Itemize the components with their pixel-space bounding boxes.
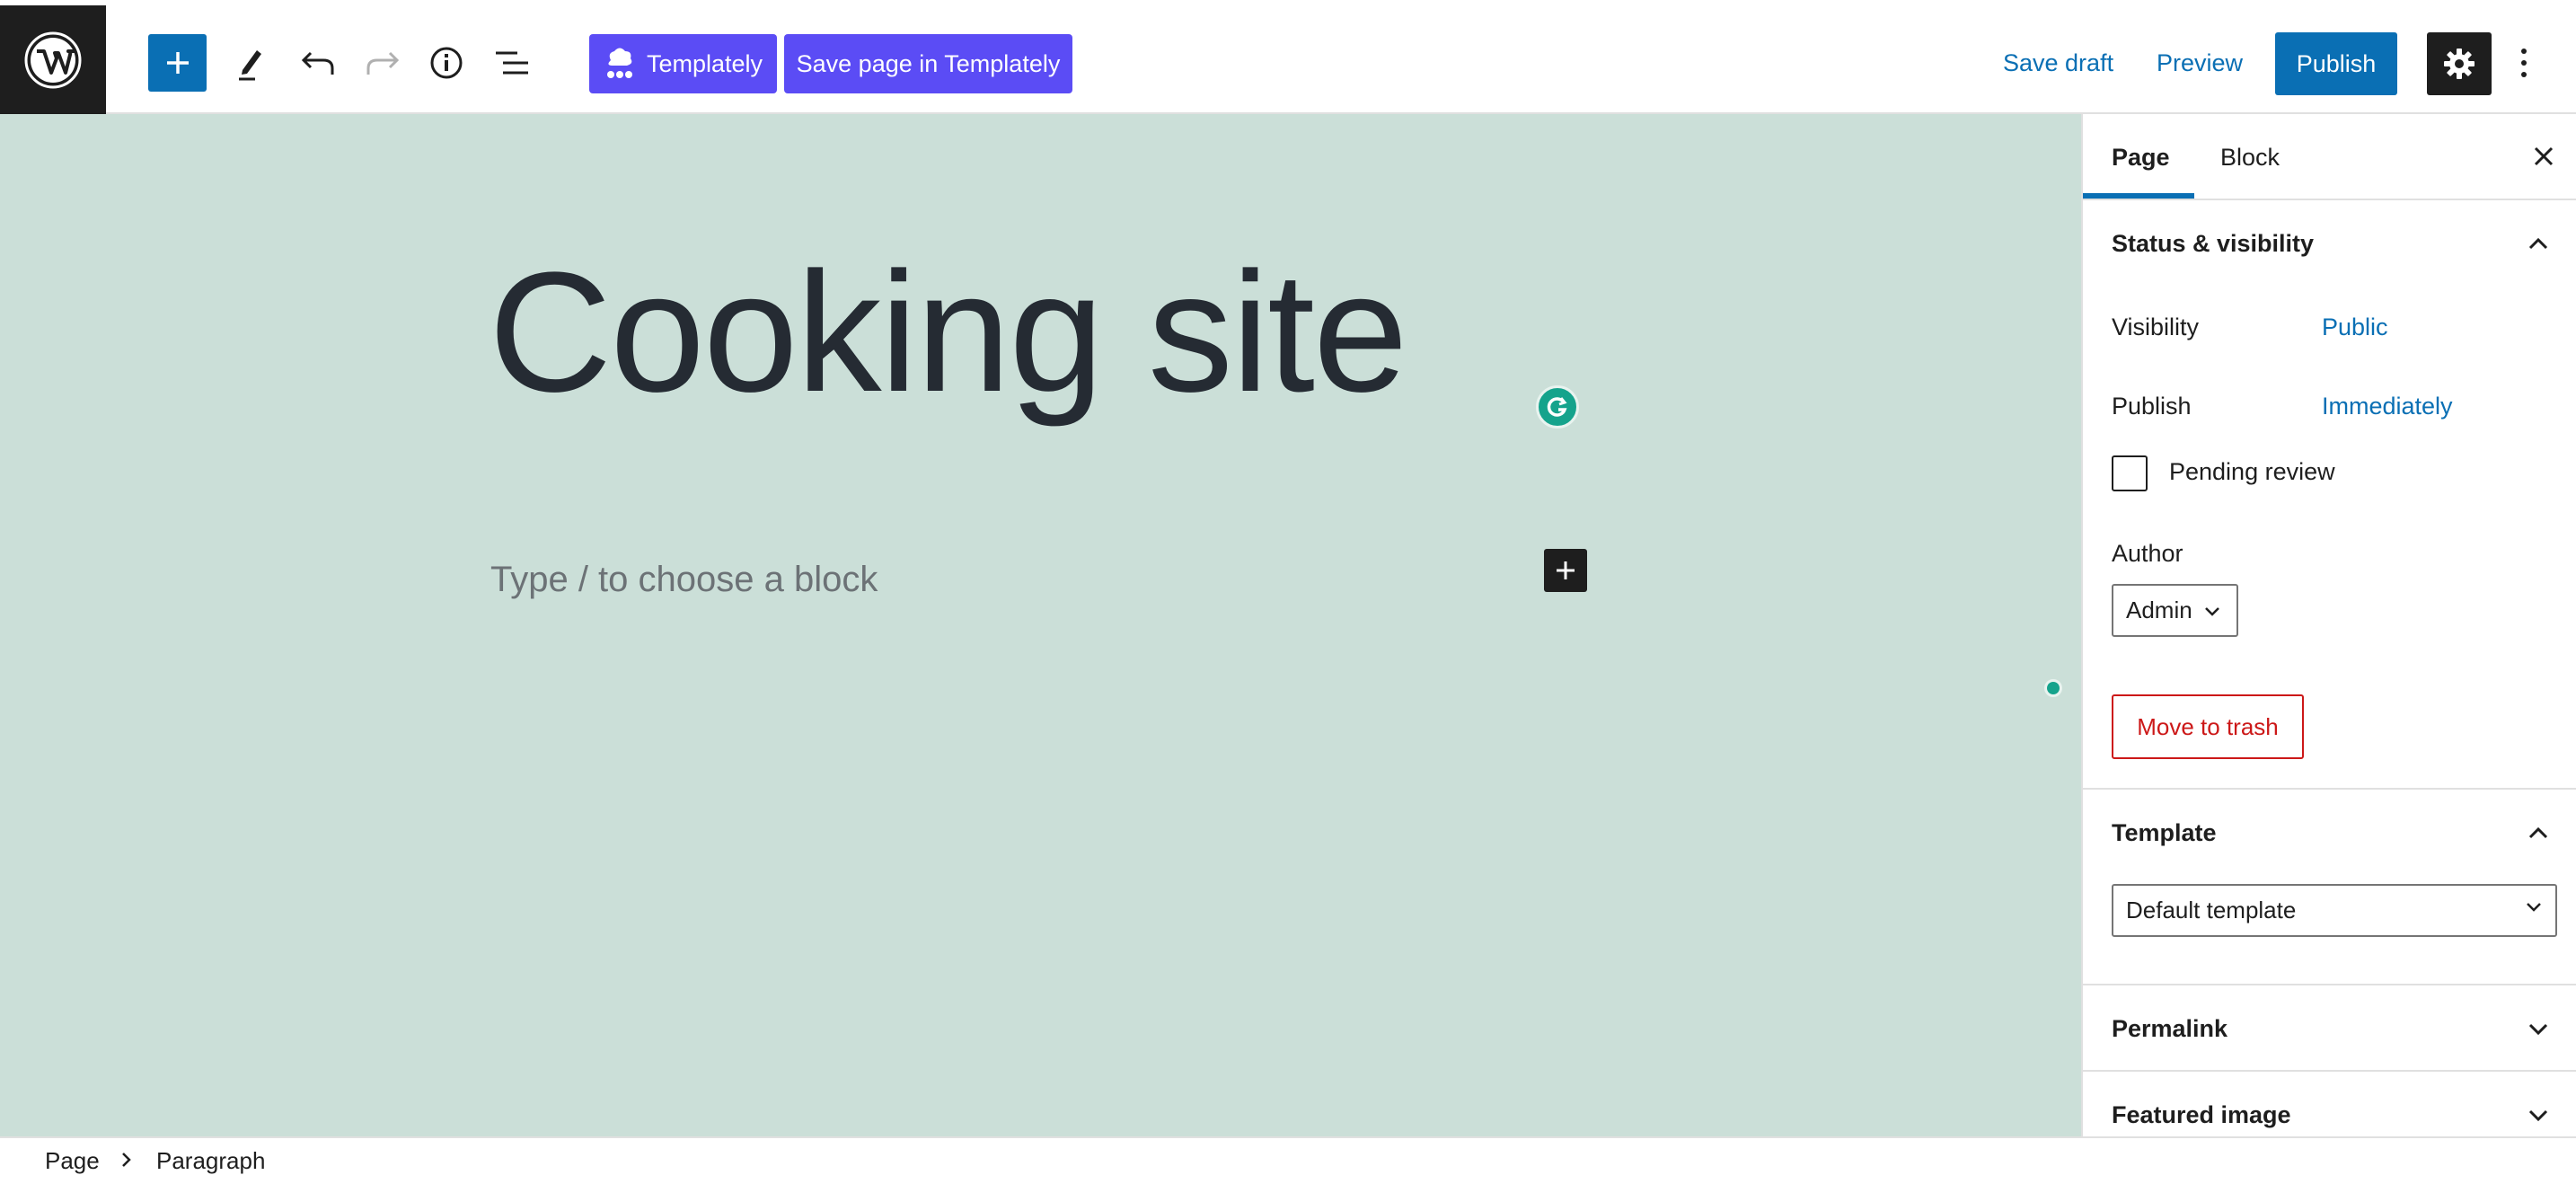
save-in-templately-button[interactable]: Save page in Templately bbox=[784, 34, 1072, 93]
pending-review-checkbox[interactable] bbox=[2112, 455, 2148, 491]
plus-icon bbox=[166, 52, 189, 74]
panel-title: Featured image bbox=[2112, 1100, 2291, 1128]
template-panel-toggle[interactable]: Template bbox=[2083, 790, 2576, 876]
preview-button[interactable]: Preview bbox=[2157, 34, 2243, 92]
close-icon bbox=[2534, 146, 2554, 166]
gear-icon bbox=[2444, 49, 2475, 79]
block-inserter-button[interactable] bbox=[148, 34, 207, 92]
tab-page[interactable]: Page bbox=[2112, 114, 2170, 200]
template-select[interactable]: Default template bbox=[2112, 884, 2557, 937]
pending-review-label[interactable]: Pending review bbox=[2169, 458, 2335, 486]
more-vertical-icon bbox=[2521, 49, 2527, 77]
list-view-button[interactable] bbox=[483, 34, 541, 92]
chevron-down-icon bbox=[2527, 903, 2541, 912]
publish-date-toggle[interactable]: Immediately bbox=[2322, 393, 2453, 420]
templately-label: Templately bbox=[647, 49, 763, 77]
info-icon bbox=[430, 47, 463, 79]
wordpress-logo[interactable] bbox=[0, 5, 106, 114]
list-view-icon bbox=[496, 51, 528, 75]
options-menu-button[interactable] bbox=[2504, 34, 2544, 92]
panel-title: Permalink bbox=[2112, 1014, 2228, 1042]
templately-button[interactable]: Templately bbox=[589, 34, 777, 93]
grammarly-icon bbox=[1547, 397, 1567, 417]
pencil-icon bbox=[239, 50, 261, 81]
close-sidebar-button[interactable] bbox=[2521, 134, 2566, 179]
redo-icon bbox=[366, 51, 400, 75]
chevron-down-icon bbox=[2204, 606, 2219, 616]
redo-button[interactable] bbox=[354, 34, 411, 92]
panel-title: Template bbox=[2112, 818, 2217, 846]
tab-block[interactable]: Block bbox=[2220, 114, 2280, 200]
breadcrumb-item-page[interactable]: Page bbox=[45, 1147, 100, 1175]
inline-block-inserter[interactable] bbox=[1544, 549, 1587, 592]
editor-header: Templately Save page in Templately Save … bbox=[0, 5, 2576, 114]
status-visibility-panel-toggle[interactable]: Status & visibility bbox=[2083, 200, 2576, 287]
chevron-up-icon bbox=[2528, 237, 2548, 250]
publish-label: Publish bbox=[2112, 393, 2192, 420]
move-to-trash-button[interactable]: Move to trash bbox=[2112, 694, 2304, 759]
tools-button[interactable] bbox=[223, 34, 280, 92]
templately-icon bbox=[607, 48, 632, 78]
block-breadcrumb: Page Paragraph bbox=[0, 1136, 2576, 1184]
chevron-right-icon bbox=[122, 1153, 131, 1167]
page-title[interactable]: Cooking site bbox=[489, 247, 1408, 418]
details-button[interactable] bbox=[418, 34, 475, 92]
chevron-down-icon bbox=[2528, 1109, 2548, 1122]
save-draft-button[interactable]: Save draft bbox=[2003, 34, 2113, 92]
wordpress-icon bbox=[24, 31, 82, 88]
visibility-toggle[interactable]: Public bbox=[2322, 314, 2388, 341]
permalink-panel-toggle[interactable]: Permalink bbox=[2083, 985, 2576, 1072]
publish-button[interactable]: Publish bbox=[2275, 32, 2397, 95]
grammarly-button[interactable] bbox=[1536, 385, 1579, 429]
chevron-down-icon bbox=[2528, 1023, 2548, 1036]
panel-title: Status & visibility bbox=[2112, 229, 2315, 257]
visibility-label: Visibility bbox=[2112, 314, 2200, 340]
author-label: Author bbox=[2112, 540, 2183, 567]
block-placeholder[interactable]: Type / to choose a block bbox=[490, 560, 878, 600]
sidebar-tabs: Page Block bbox=[2083, 114, 2576, 200]
active-tab-indicator bbox=[2083, 193, 2194, 199]
author-value: Admin bbox=[2126, 596, 2192, 623]
author-select[interactable]: Admin bbox=[2112, 584, 2238, 637]
settings-button[interactable] bbox=[2427, 32, 2492, 95]
grammarly-status-dot[interactable] bbox=[2044, 679, 2062, 697]
settings-sidebar: Page Block Status & visibility Visibilit… bbox=[2081, 114, 2576, 1136]
plus-icon bbox=[1557, 561, 1575, 579]
editor-canvas[interactable]: Cooking site Type / to choose a block bbox=[0, 114, 2081, 1136]
template-value: Default template bbox=[2126, 897, 2297, 923]
undo-button[interactable] bbox=[289, 34, 347, 92]
undo-icon bbox=[301, 51, 334, 75]
featured-image-panel-toggle[interactable]: Featured image bbox=[2083, 1072, 2576, 1136]
chevron-up-icon bbox=[2528, 826, 2548, 839]
breadcrumb-item-paragraph[interactable]: Paragraph bbox=[156, 1147, 265, 1175]
